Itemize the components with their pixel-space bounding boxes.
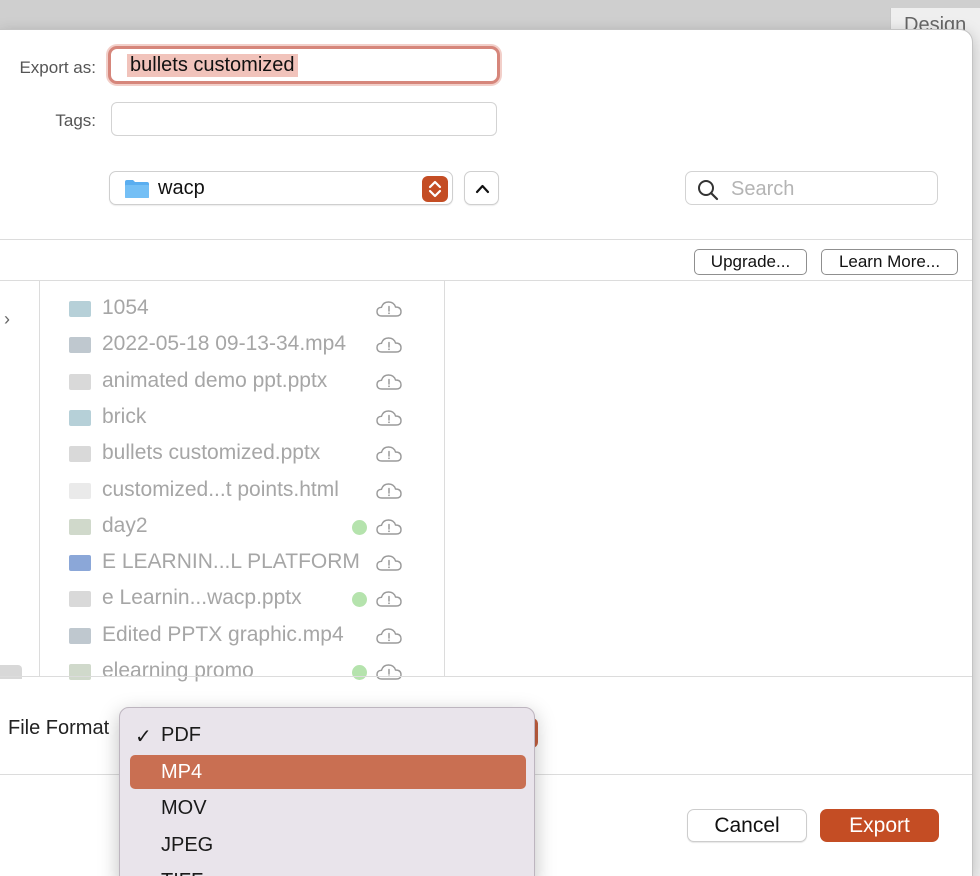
cloud-alert-icon [376, 337, 402, 353]
format-option-jpeg[interactable]: JPEG [130, 828, 526, 862]
export-button[interactable]: Export [820, 809, 939, 842]
file-list: 1054 2022-05-18 09-13-34.mp4 animated demo… [41, 281, 445, 682]
format-option-label: JPEG [161, 833, 214, 856]
browser-bottom-divider [0, 676, 972, 677]
background-window-toolbar [0, 0, 980, 32]
search-input[interactable]: Search [731, 178, 794, 201]
pptx-thumb-icon [69, 373, 91, 390]
doc-thumb-icon [69, 664, 91, 680]
file-browser: › 1054 2022-05-18 09-13-34.mp4 animated de… [0, 281, 972, 682]
cloud-alert-icon [376, 591, 402, 608]
file-format-menu: ✓ PDF MP4 MOV JPEG TIFF [119, 707, 535, 876]
file-name: E LEARNIN...L PLATFORM [102, 550, 360, 574]
file-name: animated demo ppt.pptx [102, 368, 328, 392]
file-name: customized...t points.html [102, 477, 339, 501]
cloud-alert-icon [376, 373, 402, 390]
file-row[interactable]: day2 [41, 509, 445, 545]
cloud-alert-icon [376, 519, 402, 535]
location-stepper[interactable] [422, 176, 448, 202]
format-option-label: MP4 [161, 760, 203, 783]
file-name: e Learnin...wacp.pptx [102, 586, 302, 610]
file-row[interactable]: bullets customized.pptx [41, 436, 445, 472]
chevron-up-icon [475, 184, 490, 194]
tags-input[interactable] [111, 102, 497, 136]
format-option-tiff[interactable]: TIFF [130, 864, 526, 876]
image-thumb-icon [69, 301, 91, 317]
file-row[interactable]: Edited PPTX graphic.mp4 [41, 618, 445, 654]
file-row[interactable]: customized...t points.html [41, 473, 445, 509]
browser-sidebar-column: › [0, 281, 40, 679]
video-thumb-icon [69, 627, 91, 644]
file-row[interactable]: animated demo ppt.pptx [41, 364, 445, 400]
file-name: bullets customized.pptx [102, 441, 321, 465]
file-format-label: File Format [8, 717, 110, 739]
tags-label: Tags: [55, 111, 96, 130]
cloud-alert-icon [376, 627, 402, 644]
upgrade-button[interactable]: Upgrade... [694, 249, 807, 275]
format-option-mp4[interactable]: MP4 [130, 754, 526, 789]
file-row[interactable]: e Learnin...wacp.pptx [41, 581, 445, 617]
chevron-right-icon[interactable]: › [4, 309, 10, 330]
file-name: 2022-05-18 09-13-34.mp4 [102, 332, 347, 356]
toolbar-divider [0, 239, 972, 240]
file-row[interactable]: E LEARNIN...L PLATFORM [41, 545, 445, 581]
folder-icon [125, 180, 149, 198]
export-as-input[interactable]: bullets customized [108, 46, 500, 84]
file-name: brick [102, 404, 147, 428]
doc-thumb-icon [69, 518, 91, 535]
format-option-label: TIFF [161, 870, 203, 876]
collapse-browser-button[interactable] [464, 171, 499, 205]
updown-chevron-icon [428, 180, 442, 198]
image-thumb-icon [69, 409, 91, 426]
search-icon [698, 180, 719, 201]
export-as-value: bullets customized [127, 54, 298, 77]
word-doc-icon [69, 555, 91, 572]
export-as-label: Export as: [19, 58, 96, 77]
file-row[interactable]: 1054 [41, 291, 445, 327]
cloud-alert-icon [376, 555, 402, 571]
file-name: 1054 [102, 296, 149, 319]
video-thumb-icon [69, 337, 91, 354]
location-folder-name: wacp [158, 177, 205, 199]
html-doc-icon [69, 482, 91, 499]
search-field[interactable]: Search [685, 171, 938, 205]
format-option-mov[interactable]: MOV [130, 791, 526, 825]
file-row[interactable]: brick [41, 400, 445, 436]
pptx-thumb-icon [69, 446, 91, 463]
sync-status-dot-icon [352, 665, 367, 680]
format-option-label: MOV [161, 797, 207, 819]
file-row[interactable]: 2022-05-18 09-13-34.mp4 [41, 327, 445, 363]
pptx-thumb-icon [69, 591, 91, 608]
location-popup[interactable]: wacp [109, 171, 453, 205]
cloud-alert-icon [376, 301, 402, 317]
format-option-label: PDF [161, 724, 201, 746]
cloud-alert-icon [376, 410, 402, 426]
file-name: Edited PPTX graphic.mp4 [102, 622, 344, 646]
cloud-alert-icon [376, 664, 402, 680]
file-name: day2 [102, 513, 148, 537]
format-option-pdf[interactable]: ✓ PDF [130, 718, 526, 752]
learn-more-button[interactable]: Learn More... [821, 249, 958, 275]
cancel-button[interactable]: Cancel [687, 809, 807, 842]
checkmark-icon: ✓ [135, 726, 152, 748]
cloud-alert-icon [376, 482, 402, 499]
file-row[interactable]: elearning promo [41, 654, 445, 690]
sync-status-dot-icon [352, 592, 367, 608]
sync-status-dot-icon [352, 519, 367, 535]
cloud-alert-icon [376, 446, 402, 462]
file-name: elearning promo [102, 659, 254, 682]
